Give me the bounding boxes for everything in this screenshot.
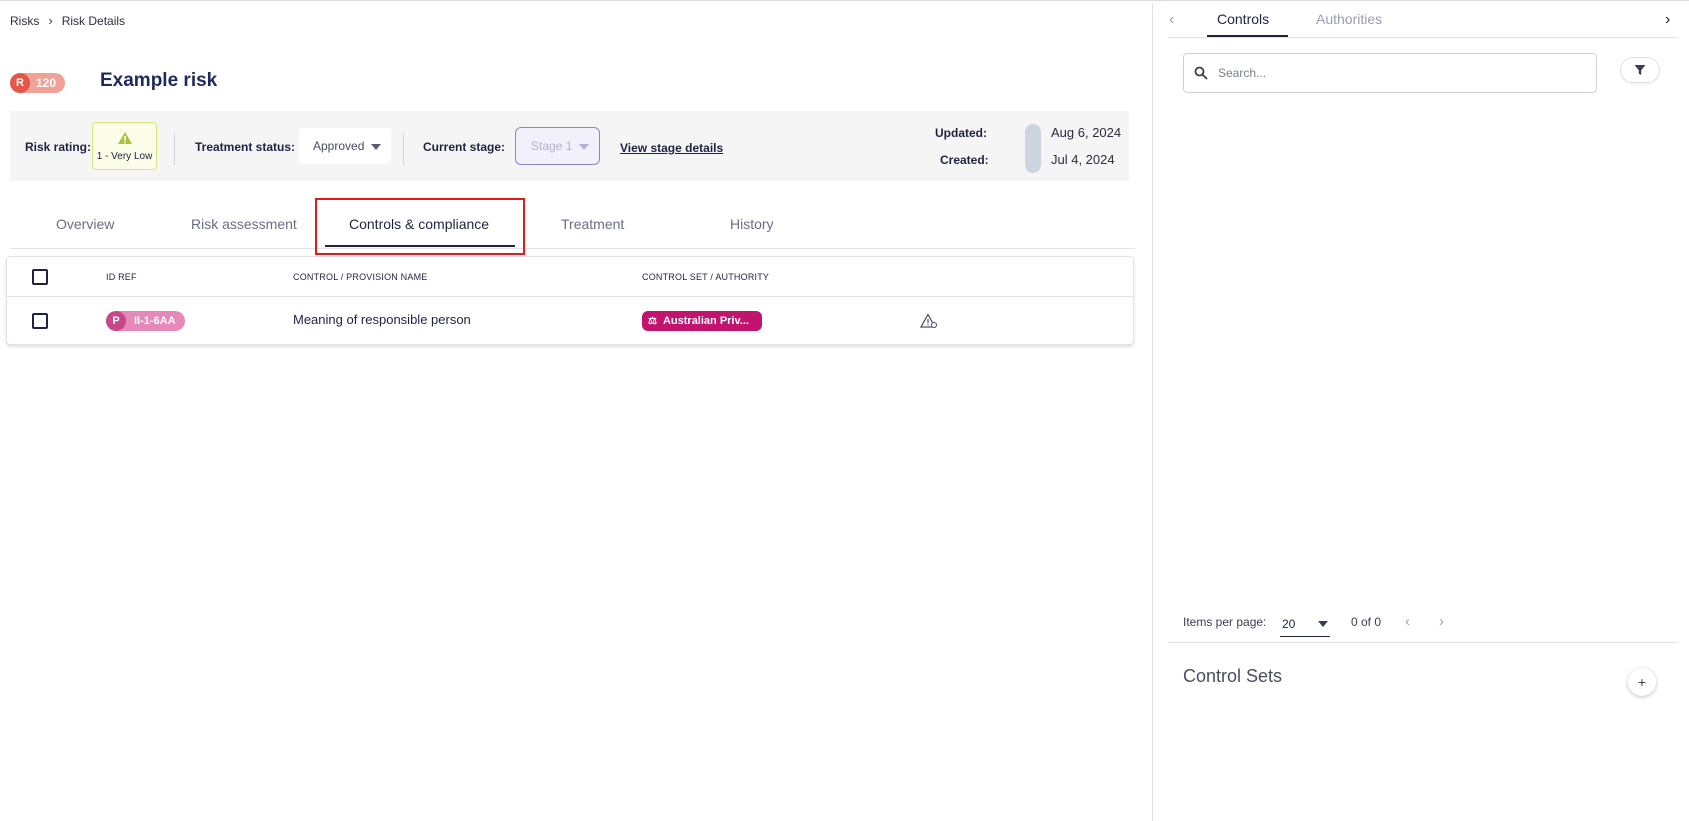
items-per-page-label: Items per page: xyxy=(1183,615,1267,629)
page-title: Example risk xyxy=(100,70,218,91)
caret-down-icon xyxy=(579,144,589,150)
filter-icon xyxy=(1634,65,1646,75)
breadcrumb-current: Risk Details xyxy=(61,13,126,28)
id-ref-text: II-1-6AA xyxy=(134,315,176,327)
search-icon xyxy=(1194,66,1208,80)
active-tab-indicator xyxy=(1207,35,1288,37)
gavel-icon: ⚖ xyxy=(648,315,657,327)
add-control-set-button[interactable]: + xyxy=(1628,668,1656,696)
id-ref-letter: P xyxy=(106,311,126,331)
search-box xyxy=(1183,53,1597,93)
tab-highlight-box xyxy=(315,198,525,255)
created-label: Created: xyxy=(940,153,989,167)
treatment-status-dropdown[interactable]: Approved xyxy=(299,128,391,164)
next-page-icon[interactable]: › xyxy=(1439,613,1444,630)
paginator: Items per page: 20 0 of 0 ‹ › xyxy=(1183,613,1673,637)
controls-table: ID REF CONTROL / PROVISION NAME CONTROL … xyxy=(6,256,1134,345)
chevron-right-icon: › xyxy=(48,13,53,28)
updated-date: Aug 6, 2024 xyxy=(1051,125,1122,140)
row-checkbox[interactable] xyxy=(32,313,48,329)
risk-rating-label: Risk rating: xyxy=(25,140,92,154)
chevron-right-icon[interactable]: › xyxy=(1665,11,1670,29)
tab-controls[interactable]: Controls xyxy=(1217,11,1269,27)
date-indicator xyxy=(1025,124,1041,173)
warning-outline-icon[interactable] xyxy=(920,313,938,329)
previous-page-icon[interactable]: ‹ xyxy=(1405,613,1410,630)
risk-id-badge: R 120 xyxy=(10,73,66,93)
view-stage-details-link[interactable]: View stage details xyxy=(620,141,723,155)
control-name: Meaning of responsible person xyxy=(293,312,471,327)
tab-overview[interactable]: Overview xyxy=(56,216,114,232)
plus-icon: + xyxy=(1637,674,1647,690)
table-header: ID REF CONTROL / PROVISION NAME CONTROL … xyxy=(7,257,1133,297)
divider xyxy=(403,133,404,165)
divider xyxy=(174,133,175,165)
page-range: 0 of 0 xyxy=(1351,615,1382,629)
breadcrumb: Risks › Risk Details xyxy=(10,13,125,28)
treatment-status-value: Approved xyxy=(313,139,365,153)
updated-label: Updated: xyxy=(935,126,987,140)
filter-button[interactable] xyxy=(1620,57,1660,83)
tab-risk-assessment[interactable]: Risk assessment xyxy=(191,216,297,232)
right-side-panel: ‹ Controls Authorities › Items per page:… xyxy=(1152,3,1689,821)
select-all-checkbox[interactable] xyxy=(32,269,48,285)
risk-rating-box[interactable]: 1 - Very Low xyxy=(92,122,157,170)
items-per-page-select[interactable]: 20 xyxy=(1280,613,1330,637)
id-ref-chip[interactable]: P II-1-6AA xyxy=(106,311,185,331)
control-sets-title: Control Sets xyxy=(1183,666,1283,686)
warning-icon xyxy=(117,131,132,144)
treatment-status-label: Treatment status: xyxy=(195,140,296,154)
caret-down-icon xyxy=(1318,621,1328,627)
risk-badge-letter: R xyxy=(10,73,30,93)
app-root: Risks › Risk Details R 120 Example risk … xyxy=(0,0,1689,821)
tab-history[interactable]: History xyxy=(730,216,774,232)
column-header-control-set: CONTROL SET / AUTHORITY xyxy=(642,272,770,282)
tab-authorities[interactable]: Authorities xyxy=(1316,11,1382,27)
risk-rating-value: 1 - Very Low xyxy=(96,150,153,162)
current-stage-label: Current stage: xyxy=(423,140,506,154)
authority-name: Australian Priv... xyxy=(662,315,749,327)
current-stage-value: Stage 1 xyxy=(531,139,573,153)
search-input[interactable] xyxy=(1218,66,1578,80)
chevron-left-icon[interactable]: ‹ xyxy=(1169,11,1174,29)
risk-info-bar: Risk rating: 1 - Very Low Treatment stat… xyxy=(10,111,1129,181)
column-header-id-ref: ID REF xyxy=(106,272,137,282)
panel-tabs: ‹ Controls Authorities › xyxy=(1168,3,1678,38)
current-stage-dropdown[interactable]: Stage 1 xyxy=(515,127,600,165)
created-date: Jul 4, 2024 xyxy=(1051,152,1115,167)
table-row[interactable]: P II-1-6AA Meaning of responsible person… xyxy=(7,297,1133,345)
risk-tabs: Overview Risk assessment Controls & comp… xyxy=(10,200,1135,249)
items-per-page-value: 20 xyxy=(1282,617,1296,631)
divider xyxy=(1168,642,1678,643)
column-header-control-name: CONTROL / PROVISION NAME xyxy=(293,272,428,282)
authority-chip[interactable]: ⚖ Australian Priv... xyxy=(642,311,762,331)
caret-down-icon xyxy=(371,144,381,150)
tab-treatment[interactable]: Treatment xyxy=(561,216,624,232)
breadcrumb-risks-link[interactable]: Risks xyxy=(10,14,39,28)
risk-badge-number: 120 xyxy=(36,76,57,90)
